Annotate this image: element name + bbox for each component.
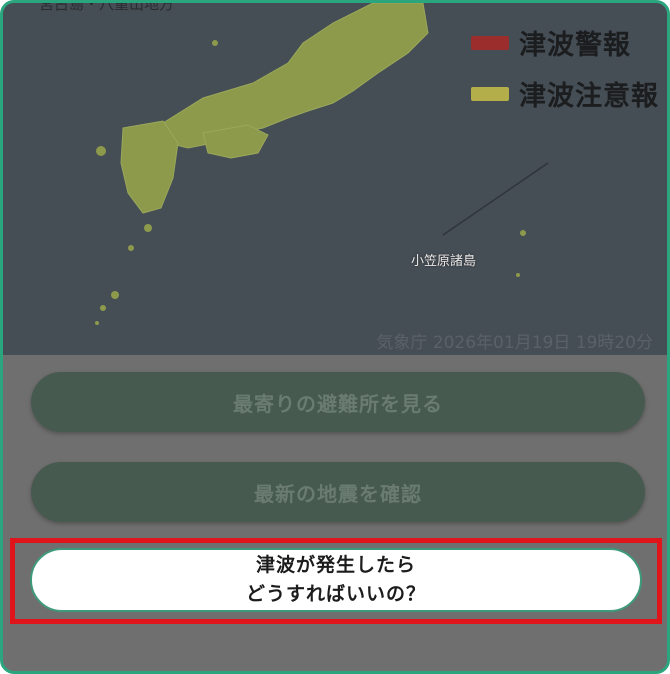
legend-label-advisory: 津波注意報 [519, 81, 659, 112]
legend-item-warning: 津波警報 [471, 23, 659, 62]
tsunami-help-button[interactable]: 津波が発生したら どうすればいいの？ [30, 548, 642, 612]
tsunami-help-line2: どうすればいいの？ [245, 583, 426, 605]
legend-label-warning: 津波警報 [519, 30, 631, 61]
map-source-timestamp: 気象庁 2026年01月19日 19時20分 [376, 333, 653, 353]
island-label-ogasawara: 小笠原諸島 [411, 254, 477, 269]
tsunami-help-line1: 津波が発生したら [255, 554, 416, 576]
legend-item-advisory: 津波注意報 [471, 74, 659, 113]
region-label-top: 宮古島・八重山地方 [39, 3, 175, 13]
nearest-shelter-button[interactable]: 最寄りの避難所を見る [31, 372, 645, 432]
latest-earthquake-button[interactable]: 最新の地震を確認 [31, 462, 645, 522]
legend-swatch-warning [471, 35, 509, 50]
legend-swatch-advisory [471, 86, 509, 101]
map-legend: 津波警報 津波注意報 [471, 23, 659, 125]
tsunami-map[interactable]: 宮古島・八重山地方 津波警報 津波注意報 小笠原諸島 気象庁 2026年01月1… [3, 3, 667, 355]
